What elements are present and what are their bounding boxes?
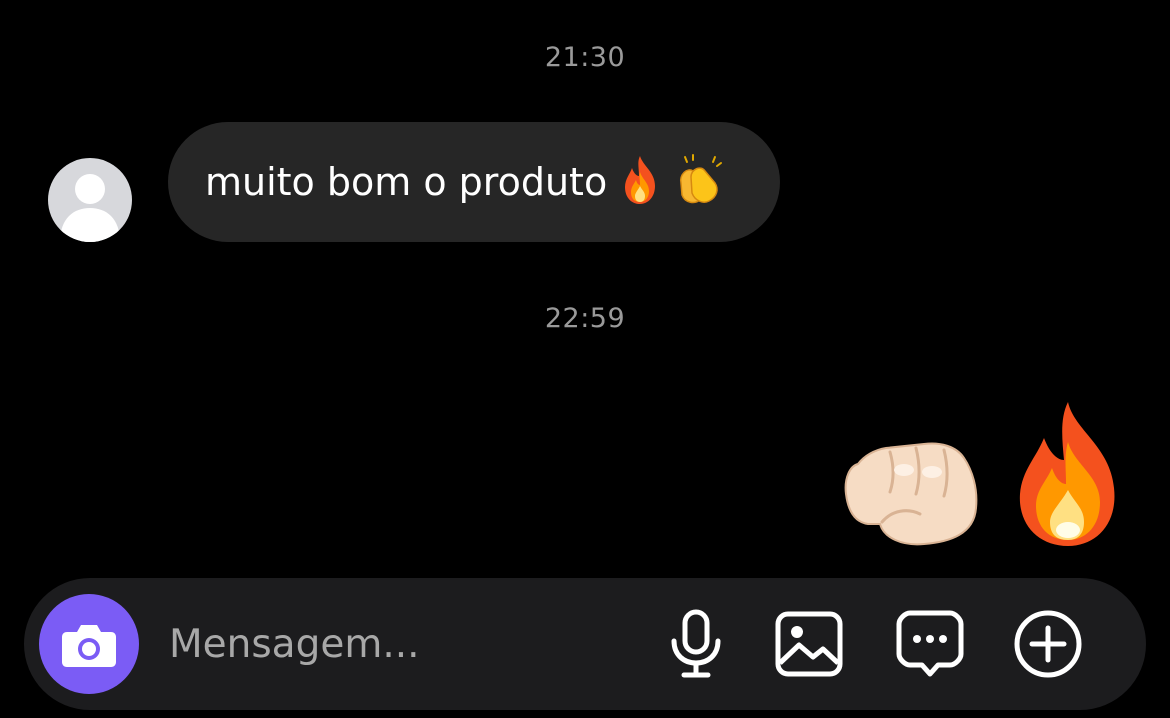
- message-composer: [24, 578, 1146, 710]
- gallery-button[interactable]: [773, 608, 845, 680]
- plus-icon: [1014, 610, 1082, 678]
- message-text: muito bom o produto: [205, 160, 608, 204]
- gallery-icon: [775, 611, 843, 677]
- camera-icon: [62, 625, 116, 667]
- fire-emoji-icon: [1010, 398, 1128, 554]
- timestamp: 22:59: [544, 303, 626, 334]
- message-input[interactable]: [169, 608, 629, 680]
- timestamp: 21:30: [544, 42, 626, 73]
- sticker-button[interactable]: [894, 608, 966, 680]
- avatar[interactable]: [48, 158, 132, 242]
- oncoming-fist-emoji-icon: [840, 430, 982, 554]
- sticker-icon: [896, 610, 964, 677]
- microphone-button[interactable]: [660, 608, 732, 680]
- outgoing-emoji-message[interactable]: [840, 398, 1128, 554]
- clapping-hands-emoji-icon: [673, 153, 727, 211]
- camera-button[interactable]: [39, 594, 139, 694]
- microphone-icon: [671, 609, 721, 678]
- chat-screen: 21:30 muito bom o produto 22:59 Mensagem…: [0, 0, 1170, 718]
- default-person-icon: [60, 174, 120, 242]
- incoming-message-bubble[interactable]: muito bom o produto: [168, 122, 780, 242]
- fire-emoji-icon: [617, 154, 663, 210]
- add-button[interactable]: [1012, 608, 1084, 680]
